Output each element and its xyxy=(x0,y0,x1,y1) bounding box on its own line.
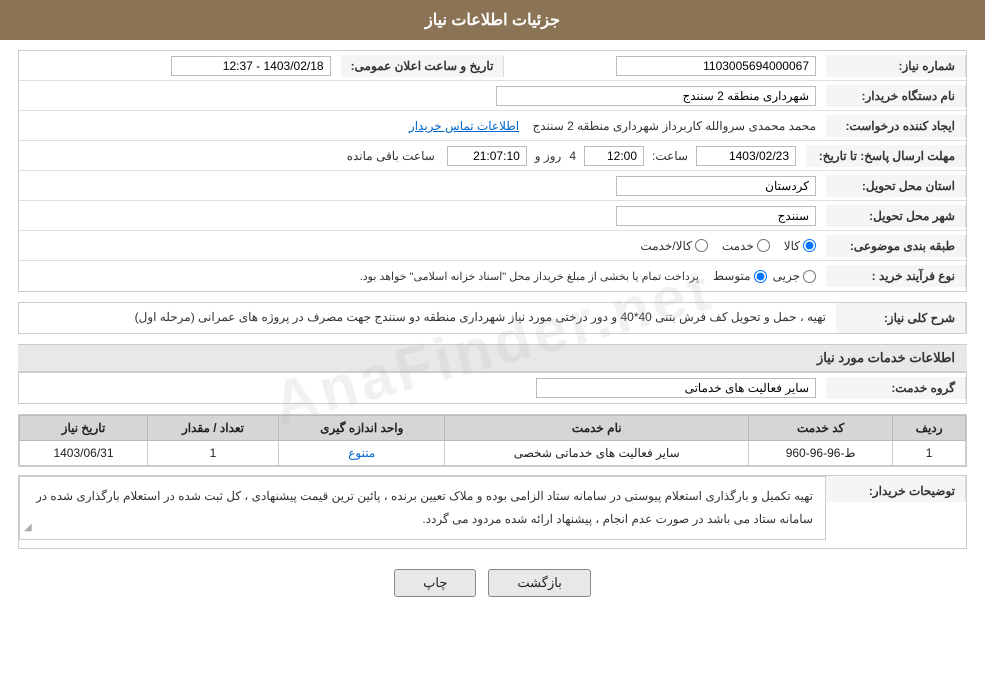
response-time-input[interactable] xyxy=(584,146,644,166)
cell-service-code: ط-96-96-960 xyxy=(749,441,893,466)
process-note: پرداخت تمام یا بخشی از مبلغ خریداز محل "… xyxy=(360,270,699,283)
main-info-section: شماره نیاز: تاریخ و ساعت اعلان عمومی: نا… xyxy=(18,50,967,292)
buyer-org-value xyxy=(19,82,826,110)
category-row: طبقه بندی موضوعی: کالا خدمت کالا/خدمت xyxy=(19,231,966,261)
services-section-title: اطلاعات خدمات مورد نیاز xyxy=(18,344,967,372)
category-label: طبقه بندی موضوعی: xyxy=(826,235,966,257)
process-option-jozi[interactable]: جزیی xyxy=(773,269,816,283)
category-radio-khedmat[interactable] xyxy=(757,239,770,252)
category-option-both[interactable]: کالا/خدمت xyxy=(640,239,707,253)
category-value: کالا خدمت کالا/خدمت xyxy=(19,235,826,257)
category-radio-group: کالا خدمت کالا/خدمت xyxy=(29,239,816,253)
province-input[interactable] xyxy=(616,176,816,196)
buyer-org-row: نام دستگاه خریدار: xyxy=(19,81,966,111)
col-unit: واحد اندازه گیری xyxy=(279,416,445,441)
category-option-kala[interactable]: کالا xyxy=(784,239,816,253)
button-row: بازگشت چاپ xyxy=(18,559,967,611)
print-button[interactable]: چاپ xyxy=(394,569,476,597)
content-area: شماره نیاز: تاریخ و ساعت اعلان عمومی: نا… xyxy=(0,40,985,621)
creator-row: ایجاد کننده درخواست: محمد محمدی سروالله … xyxy=(19,111,966,141)
need-number-label: شماره نیاز: xyxy=(826,55,966,77)
process-radio-motosat[interactable] xyxy=(754,270,767,283)
buyer-org-label: نام دستگاه خریدار: xyxy=(826,85,966,107)
response-remaining-input[interactable] xyxy=(447,146,527,166)
col-date: تاریخ نیاز xyxy=(20,416,148,441)
buyer-notes-box: تهیه تکمیل و بارگذاری استعلام پیوستی در … xyxy=(19,476,826,540)
category-radio-kala[interactable] xyxy=(803,239,816,252)
cell-date: 1403/06/31 xyxy=(20,441,148,466)
col-service-code: کد خدمت xyxy=(749,416,893,441)
response-date-input[interactable] xyxy=(696,146,796,166)
need-number-value xyxy=(504,52,826,80)
process-row: نوع فرآیند خرید : جزیی متوسط پرداخت تمام… xyxy=(19,261,966,291)
creator-text: محمد محمدی سروالله کاربرداز شهرداری منطق… xyxy=(532,119,816,133)
back-button[interactable]: بازگشت xyxy=(488,569,590,597)
creator-contact-link[interactable]: اطلاعات تماس خریدار xyxy=(409,119,519,133)
buyer-org-input[interactable] xyxy=(496,86,816,106)
response-inline-inputs: ساعت: 4 روز و ساعت باقی مانده xyxy=(29,146,796,166)
page-container: AnaFinder.net جزئیات اطلاعات نیاز شماره … xyxy=(0,0,985,691)
cell-quantity: 1 xyxy=(147,441,278,466)
response-remaining-label: ساعت باقی مانده xyxy=(347,149,435,163)
province-label: استان محل تحویل: xyxy=(826,175,966,197)
summary-label: شرح کلی نیاز: xyxy=(836,303,966,333)
response-deadline-value: ساعت: 4 روز و ساعت باقی مانده xyxy=(19,142,806,170)
process-options-row: جزیی متوسط پرداخت تمام یا بخشی از مبلغ خ… xyxy=(29,269,816,283)
response-days-value: 4 xyxy=(569,149,576,163)
cell-unit: متنوع xyxy=(279,441,445,466)
group-value xyxy=(19,374,826,402)
page-title: جزئیات اطلاعات نیاز xyxy=(425,12,560,29)
summary-row: شرح کلی نیاز: تهیه ، حمل و تحویل کف فرش … xyxy=(19,303,966,333)
response-deadline-row: مهلت ارسال پاسخ: تا تاریخ: ساعت: 4 روز و… xyxy=(19,141,966,171)
summary-text: تهیه ، حمل و تحویل کف فرش بتنی 40*40 و د… xyxy=(19,303,836,333)
table-header-row: ردیف کد خدمت نام خدمت واحد اندازه گیری ت… xyxy=(20,416,966,441)
province-value xyxy=(19,172,826,200)
services-group-section: گروه خدمت: xyxy=(18,372,967,404)
services-table-container: ردیف کد خدمت نام خدمت واحد اندازه گیری ت… xyxy=(18,414,967,467)
creator-label: ایجاد کننده درخواست: xyxy=(826,115,966,137)
creator-value: محمد محمدی سروالله کاربرداز شهرداری منطق… xyxy=(19,115,826,137)
city-input[interactable] xyxy=(616,206,816,226)
cell-row-num: 1 xyxy=(893,441,966,466)
buyer-notes-label: توضیحات خریدار: xyxy=(826,476,966,502)
group-input[interactable] xyxy=(536,378,816,398)
col-row-num: ردیف xyxy=(893,416,966,441)
announce-date-label: تاریخ و ساعت اعلان عمومی: xyxy=(341,55,505,77)
city-value xyxy=(19,202,826,230)
buyer-notes-section: توضیحات خریدار: تهیه تکمیل و بارگذاری اس… xyxy=(18,475,967,549)
resize-icon: ◢ xyxy=(24,518,32,537)
category-radio-both[interactable] xyxy=(695,239,708,252)
group-row: گروه خدمت: xyxy=(19,373,966,403)
response-days-label: روز و xyxy=(535,149,562,163)
process-label: نوع فرآیند خرید : xyxy=(826,265,966,287)
response-time-label: ساعت: xyxy=(652,149,688,163)
process-radio-jozi[interactable] xyxy=(803,270,816,283)
cell-service-name: سایر فعالیت های خدماتی شخصی xyxy=(445,441,749,466)
category-option-khedmat[interactable]: خدمت xyxy=(722,239,770,253)
col-quantity: تعداد / مقدار xyxy=(147,416,278,441)
city-label: شهر محل تحویل: xyxy=(826,205,966,227)
group-label: گروه خدمت: xyxy=(826,377,966,399)
need-number-row: شماره نیاز: تاریخ و ساعت اعلان عمومی: xyxy=(19,51,966,81)
response-deadline-label: مهلت ارسال پاسخ: تا تاریخ: xyxy=(806,145,966,167)
announce-date-input[interactable] xyxy=(171,56,331,76)
province-row: استان محل تحویل: xyxy=(19,171,966,201)
city-row: شهر محل تحویل: xyxy=(19,201,966,231)
col-service-name: نام خدمت xyxy=(445,416,749,441)
buyer-notes-text-0: تهیه تکمیل و بارگذاری استعلام پیوستی در … xyxy=(36,489,813,526)
summary-section: شرح کلی نیاز: تهیه ، حمل و تحویل کف فرش … xyxy=(18,302,967,334)
table-row: 1 ط-96-96-960 سایر فعالیت های خدماتی شخص… xyxy=(20,441,966,466)
services-table: ردیف کد خدمت نام خدمت واحد اندازه گیری ت… xyxy=(19,415,966,466)
need-number-input[interactable] xyxy=(616,56,816,76)
process-option-motosat[interactable]: متوسط xyxy=(713,269,767,283)
buyer-notes-value: تهیه تکمیل و بارگذاری استعلام پیوستی در … xyxy=(19,476,826,548)
page-header: جزئیات اطلاعات نیاز xyxy=(0,0,985,40)
announce-date-value xyxy=(19,52,341,80)
buyer-notes-row: توضیحات خریدار: تهیه تکمیل و بارگذاری اس… xyxy=(19,476,966,548)
process-value: جزیی متوسط پرداخت تمام یا بخشی از مبلغ خ… xyxy=(19,265,826,287)
